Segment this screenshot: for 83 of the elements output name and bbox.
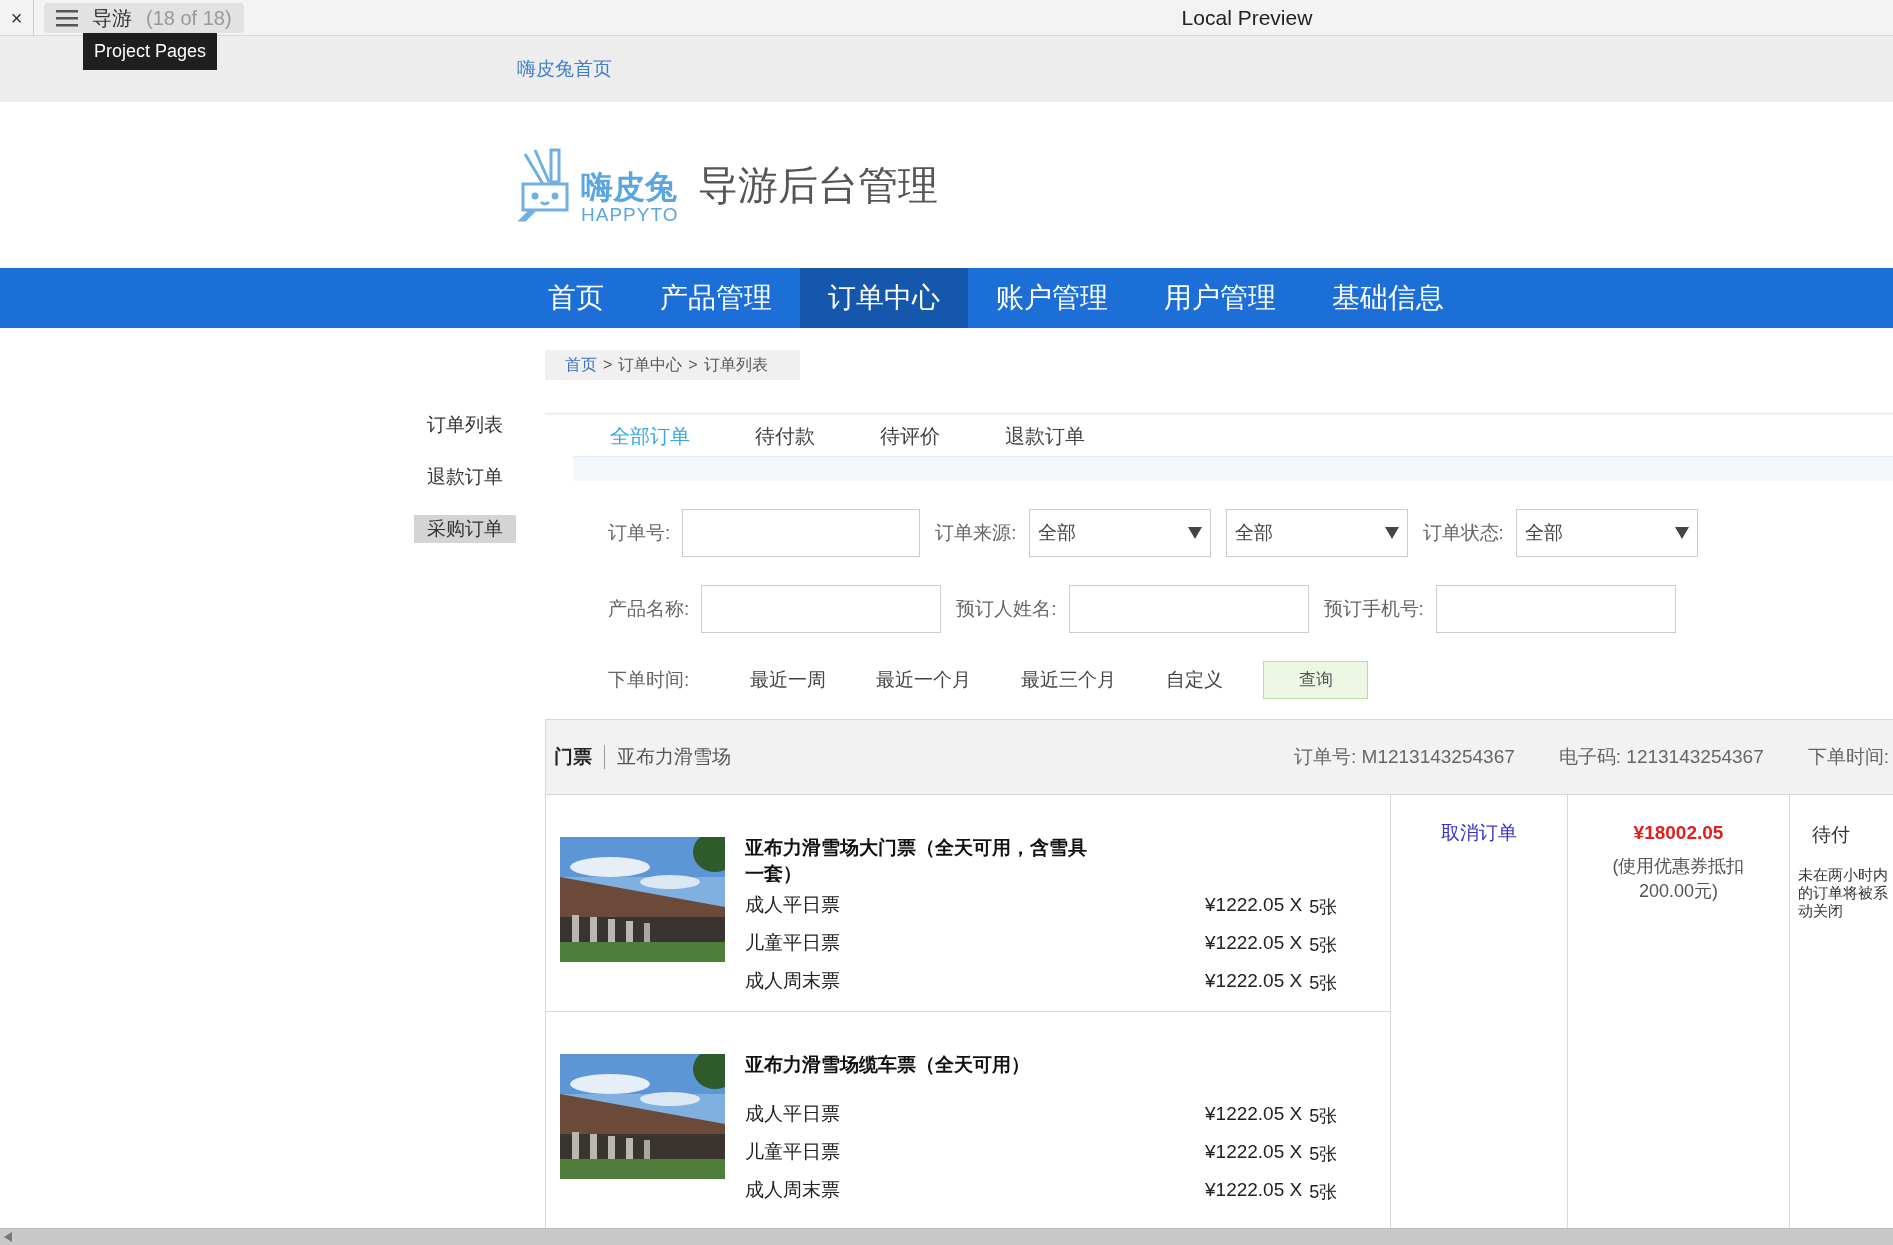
nav-item[interactable]: 首页 — [520, 268, 632, 328]
text-input[interactable] — [701, 585, 942, 633]
dropdown-caret-icon — [1187, 527, 1202, 539]
time-option[interactable]: 最近一周 — [750, 665, 826, 695]
venue-name: 亚布力滑雪场 — [617, 744, 731, 769]
order-number: 订单号: M1213143254367 — [1294, 744, 1515, 769]
filter-label: 预订人姓名: — [956, 596, 1057, 621]
order-total: ¥18002.05 — [1633, 821, 1724, 845]
ticket-price: ¥1222.05 X — [1205, 968, 1303, 993]
sidebar-item[interactable]: 订单列表 — [414, 411, 516, 439]
breadcrumb-separator: > — [603, 355, 613, 375]
text-input[interactable] — [1435, 585, 1676, 633]
product-name: 亚布力滑雪场缆车票（全天可用） — [745, 1053, 1031, 1077]
sidebar-item[interactable]: 退款订单 — [414, 463, 516, 491]
product-name: 亚布力滑雪场大门票（全天可用，含雪具一套） — [745, 836, 1088, 886]
cancel-order-link[interactable]: 取消订单 — [1441, 819, 1517, 848]
window-title: Local Preview — [1181, 4, 1313, 31]
status-note: 未在两小时内 — [1798, 865, 1889, 884]
nav-item[interactable]: 账户管理 — [968, 268, 1136, 328]
order-time-label: 下单时间: — [1807, 744, 1889, 769]
text-input[interactable] — [682, 509, 921, 557]
horizontal-scrollbar[interactable] — [0, 1228, 1893, 1245]
dropdown[interactable]: 全部 — [1028, 509, 1211, 557]
ticket-price: ¥1222.05 X — [1205, 1101, 1303, 1126]
nav-item[interactable]: 产品管理 — [632, 268, 800, 328]
sidebar-item[interactable]: 采购订单 — [414, 515, 516, 543]
time-option[interactable]: 最近三个月 — [1021, 665, 1116, 695]
dropdown-caret-icon — [1384, 527, 1399, 539]
text-input[interactable] — [1068, 585, 1309, 633]
ticket-quantity: 5张 — [1309, 971, 1338, 995]
filter-label: 产品名称: — [608, 596, 690, 621]
ticket-type: 成人平日票 — [745, 1101, 841, 1126]
order-tab[interactable]: 退款订单 — [1005, 415, 1085, 459]
site-title: 导游后台管理 — [698, 162, 939, 209]
home-link[interactable]: 嗨皮兔首页 — [517, 54, 612, 84]
page-tab[interactable]: 导游 (18 of 18) — [44, 2, 244, 33]
nav-item[interactable]: 基础信息 — [1304, 268, 1472, 328]
status-note: 动关闭 — [1798, 901, 1844, 920]
discount-note: (使用优惠券抵扣200.00元) — [1611, 854, 1746, 903]
ticket-type: 儿童平日票 — [745, 930, 841, 955]
logo-subtitle: HAPPYTO — [581, 205, 679, 224]
order-tab[interactable]: 待评价 — [880, 415, 940, 459]
ticket-quantity: 5张 — [1309, 933, 1338, 957]
tab-label: 导游 — [92, 5, 132, 31]
tooltip: Project Pages — [83, 33, 218, 70]
ticket-quantity: 5张 — [1309, 895, 1338, 919]
ticket-type: 成人周末票 — [745, 1177, 841, 1202]
logo-name: 嗨皮兔 — [581, 171, 678, 203]
page-count: (18 of 18) — [146, 5, 232, 31]
dropdown-caret-icon — [1674, 527, 1689, 539]
breadcrumb-link[interactable]: 订单列表 — [703, 353, 768, 377]
filter-label: 预订手机号: — [1323, 596, 1424, 621]
filter-label: 订单号: — [608, 520, 671, 545]
filter-label: 下单时间: — [608, 667, 691, 692]
status-note: 的订单将被系 — [1798, 883, 1889, 902]
scroll-left-icon[interactable] — [4, 1232, 12, 1242]
ticket-type: 儿童平日票 — [745, 1139, 841, 1164]
ticket-type: 成人平日票 — [745, 892, 841, 917]
ticket-price: ¥1222.05 X — [1205, 930, 1303, 955]
ticket-quantity: 5张 — [1309, 1104, 1338, 1128]
search-button[interactable]: 查询 — [1263, 661, 1368, 699]
order-category: 门票 — [554, 744, 592, 769]
breadcrumb-link[interactable]: 首页 — [565, 353, 597, 377]
menu-icon — [56, 8, 78, 27]
order-tab[interactable]: 待付款 — [755, 415, 815, 459]
ticket-quantity: 5张 — [1309, 1142, 1338, 1166]
ticket-price: ¥1222.05 X — [1205, 1177, 1303, 1202]
breadcrumb-separator: > — [688, 355, 698, 375]
ticket-price: ¥1222.05 X — [1205, 1139, 1303, 1164]
breadcrumb-link[interactable]: 订单中心 — [618, 353, 683, 377]
order-status: 待付 — [1811, 823, 1851, 847]
time-option[interactable]: 最近一个月 — [876, 665, 971, 695]
ticket-type: 成人周末票 — [745, 968, 841, 993]
nav-item[interactable]: 用户管理 — [1136, 268, 1304, 328]
time-option[interactable]: 自定义 — [1166, 665, 1223, 695]
filter-label: 订单来源: — [935, 520, 1017, 545]
dropdown[interactable]: 全部 — [1515, 509, 1698, 557]
ticket-price: ¥1222.05 X — [1205, 892, 1303, 917]
dropdown[interactable]: 全部 — [1225, 509, 1408, 557]
nav-item[interactable]: 订单中心 — [800, 268, 968, 328]
filter-label: 订单状态: — [1422, 520, 1504, 545]
e-code: 电子码: 1213143254367 — [1558, 744, 1764, 769]
ticket-quantity: 5张 — [1309, 1180, 1338, 1204]
